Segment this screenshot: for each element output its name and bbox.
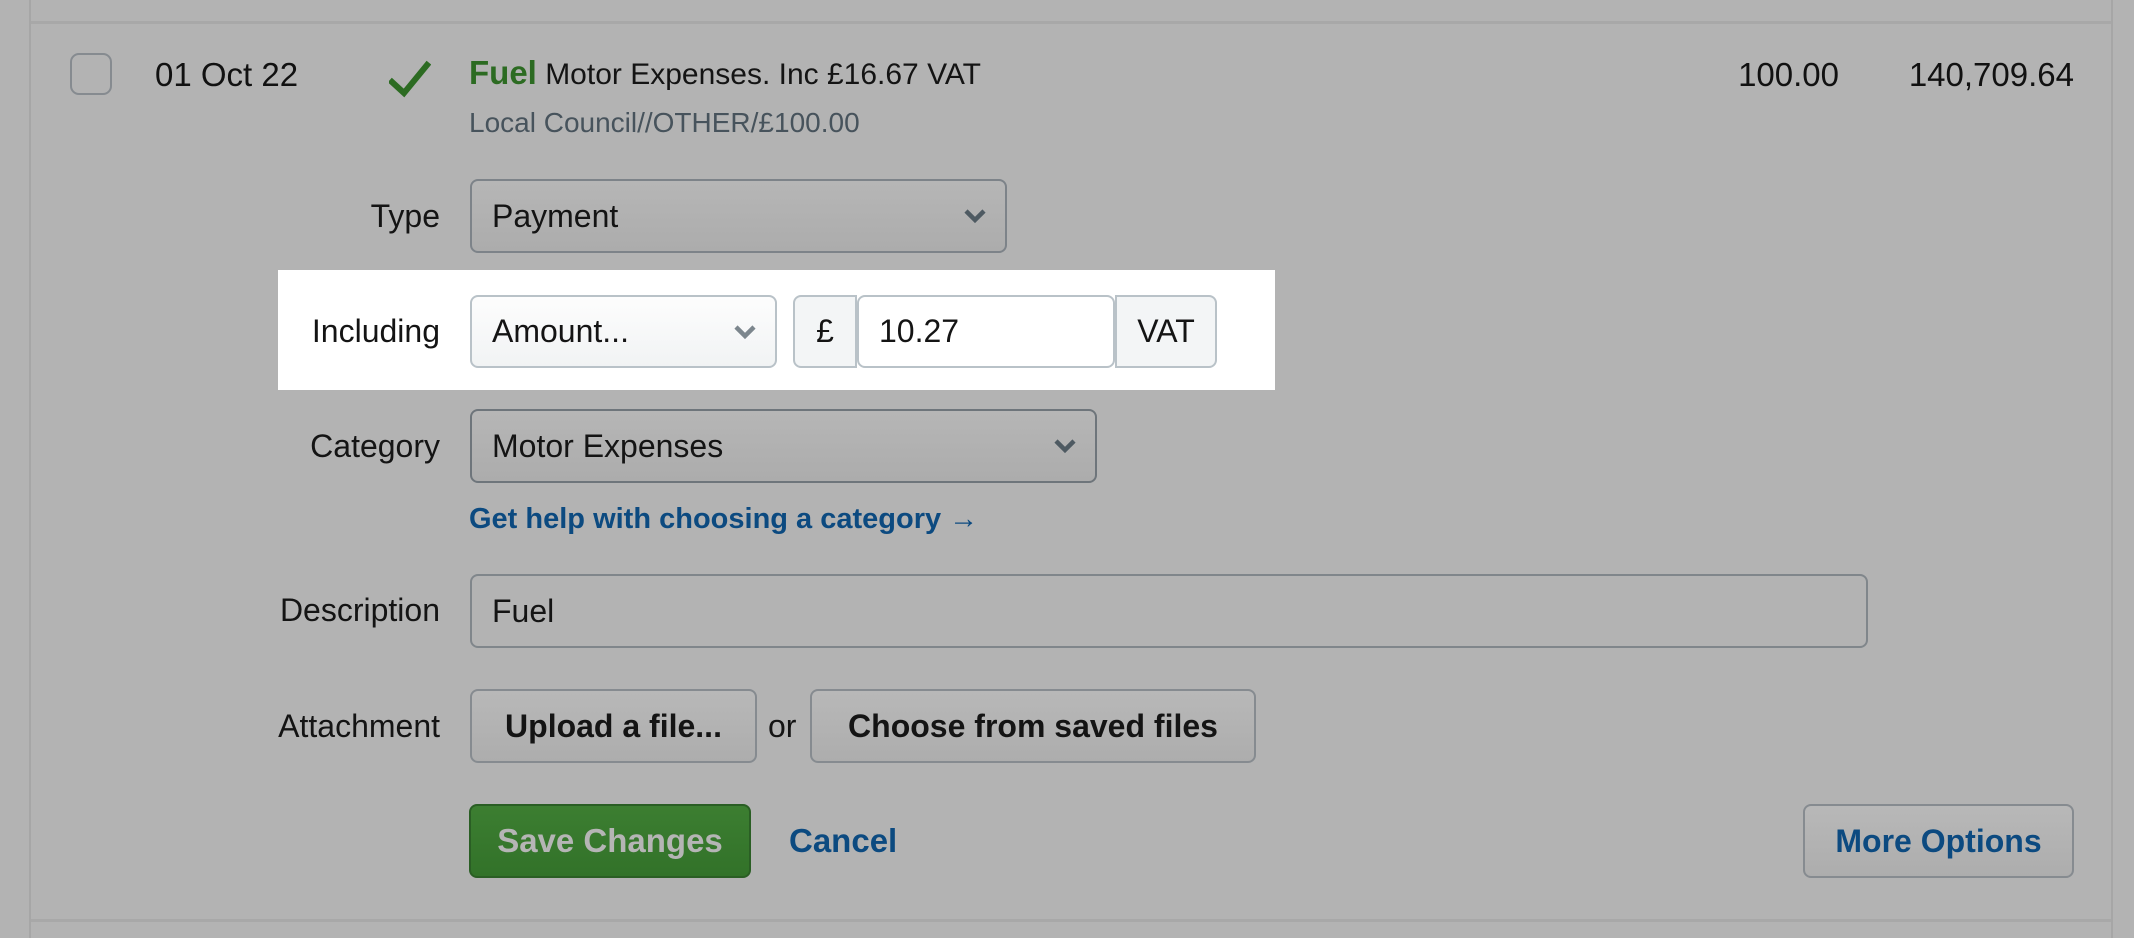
- description-input[interactable]: [470, 574, 1868, 648]
- checkmark-icon: [389, 60, 431, 98]
- description-label: Description: [279, 592, 440, 628]
- cancel-link[interactable]: Cancel: [789, 822, 897, 860]
- category-select-value: Motor Expenses: [492, 427, 724, 464]
- vat-mode-value: Amount...: [492, 313, 629, 349]
- vat-amount-input[interactable]: [857, 295, 1115, 368]
- more-options-button[interactable]: More Options: [1803, 804, 2074, 878]
- vat-mode-select[interactable]: Amount...: [470, 295, 777, 368]
- bottom-divider: [31, 919, 2111, 922]
- choose-saved-files-button[interactable]: Choose from saved files: [810, 689, 1256, 763]
- chevron-down-icon: [1054, 439, 1076, 454]
- upload-file-button[interactable]: Upload a file...: [470, 689, 757, 763]
- chevron-down-icon: [734, 324, 756, 339]
- type-label: Type: [370, 198, 440, 234]
- currency-addon: £: [793, 295, 857, 368]
- type-select-value: Payment: [492, 197, 619, 234]
- top-divider: [31, 21, 2111, 24]
- transaction-category-name: Fuel: [469, 54, 537, 91]
- category-select[interactable]: Motor Expenses: [470, 409, 1097, 483]
- transaction-title: Fuel Motor Expenses. Inc £16.67 VAT: [469, 54, 981, 92]
- transaction-reference: Local Council//OTHER/£100.00: [469, 107, 860, 138]
- category-help-link[interactable]: Get help with choosing a category →: [469, 503, 978, 536]
- running-balance: 140,709.64: [1908, 56, 2074, 93]
- select-transaction-checkbox[interactable]: [70, 53, 112, 95]
- or-text: or: [768, 708, 797, 744]
- chevron-down-icon: [964, 209, 986, 224]
- transaction-date: 01 Oct 22: [155, 56, 299, 93]
- type-select[interactable]: Payment: [470, 179, 1007, 253]
- transaction-amount: 100.00: [1738, 56, 1839, 93]
- attachment-label: Attachment: [278, 708, 440, 744]
- transaction-summary: Motor Expenses. Inc £16.67 VAT: [545, 58, 981, 91]
- category-label: Category: [310, 428, 440, 464]
- save-changes-button[interactable]: Save Changes: [469, 804, 751, 878]
- including-label: Including: [311, 313, 440, 349]
- vat-suffix-addon: VAT: [1115, 295, 1217, 368]
